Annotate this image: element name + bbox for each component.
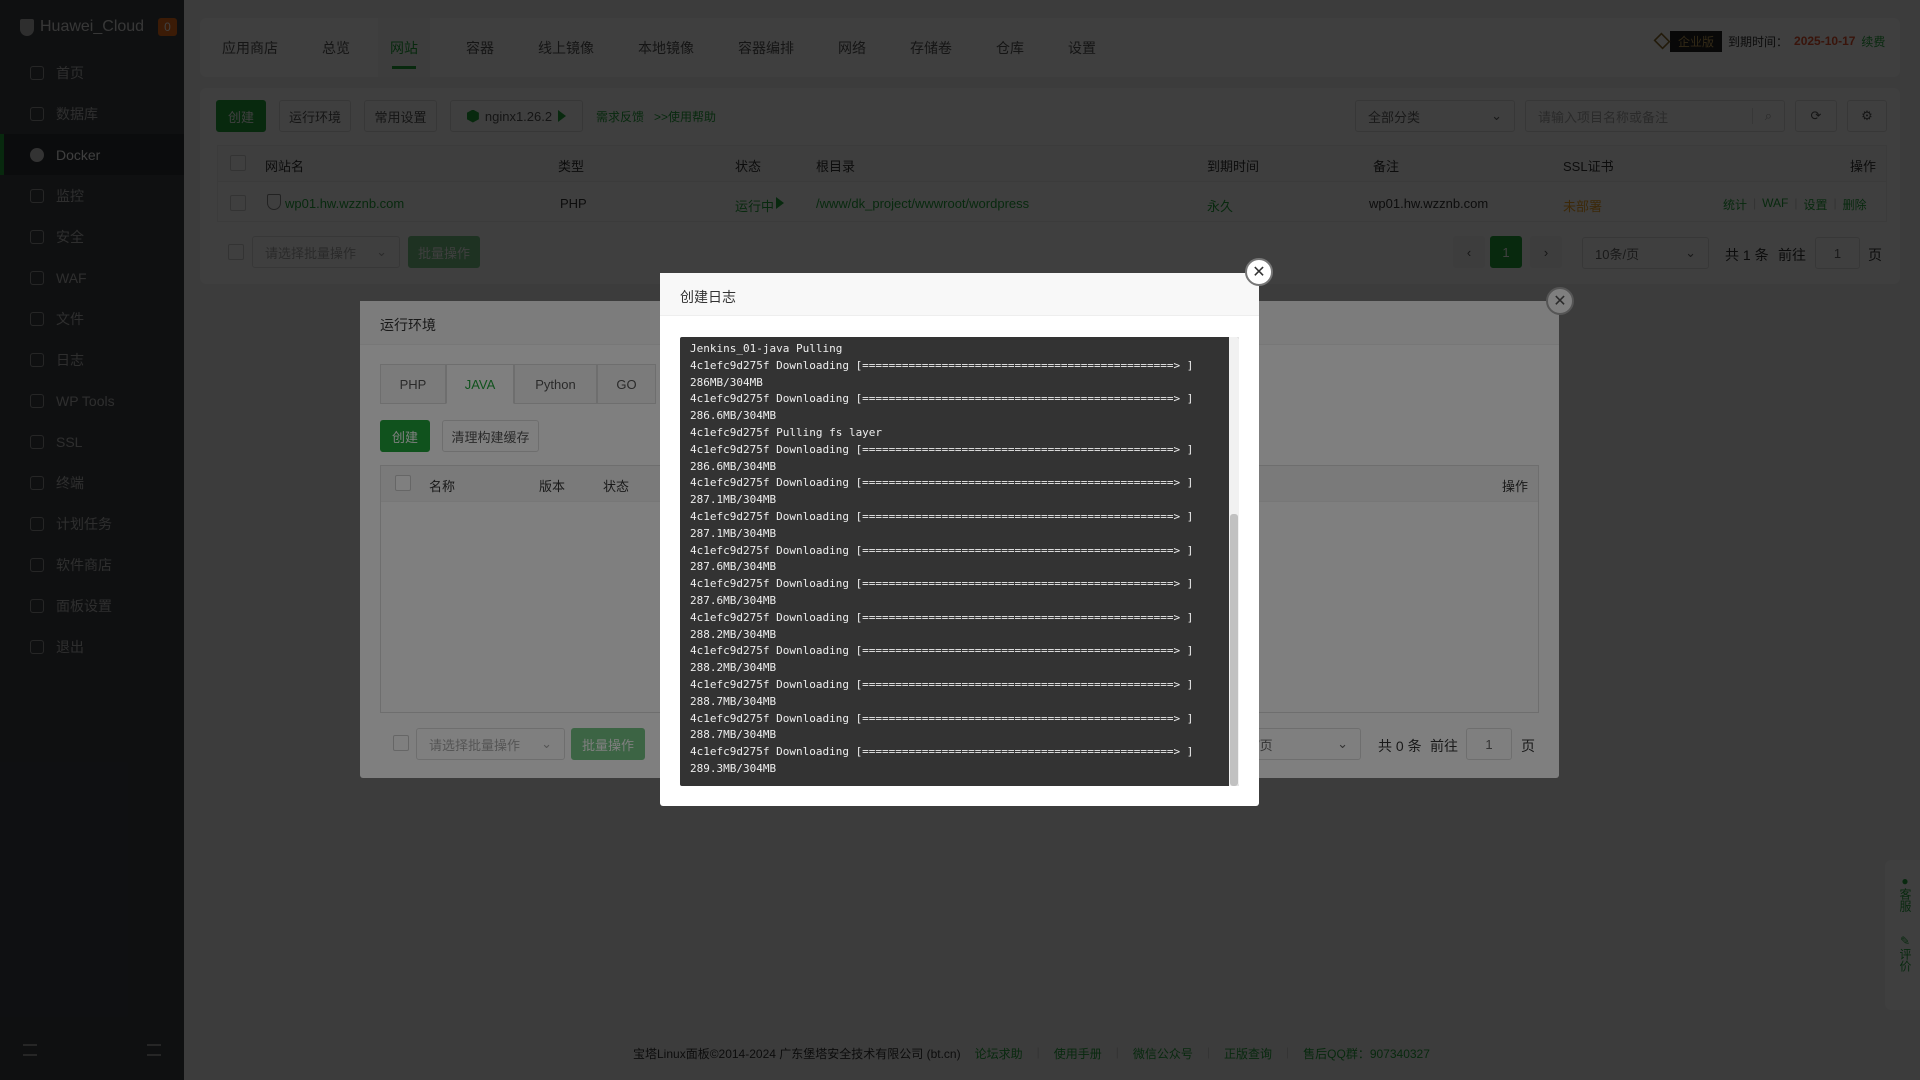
log-line: 286.6MB/304MB: [690, 409, 777, 423]
log-line: 4c1efc9d275f Downloading [==============…: [690, 442, 1194, 456]
log-line: 4c1efc9d275f Downloading [==============…: [690, 711, 1194, 725]
log-dialog-title: 创建日志: [660, 273, 1259, 316]
log-line: 4c1efc9d275f Downloading [==============…: [690, 476, 1194, 490]
log-output[interactable]: Jenkins_01-java Pulling 4c1efc9d275f Down…: [680, 337, 1239, 786]
log-line: 4c1efc9d275f Downloading [==============…: [690, 644, 1194, 658]
log-dialog-close-icon[interactable]: ✕: [1245, 258, 1273, 286]
log-line: 4c1efc9d275f Downloading [==============…: [690, 577, 1194, 591]
log-scrollbar-thumb[interactable]: [1230, 514, 1238, 786]
log-line: 287.1MB/304MB: [690, 526, 777, 540]
log-line: 286.6MB/304MB: [690, 459, 777, 473]
log-line: 287.6MB/304MB: [690, 560, 777, 574]
log-line: 289.3MB/304MB: [690, 761, 777, 775]
log-line: 4c1efc9d275f Downloading [==============…: [690, 543, 1194, 557]
log-line: 4c1efc9d275f Downloading [==============…: [690, 509, 1194, 523]
log-line: 288.2MB/304MB: [690, 661, 777, 675]
log-line: 286MB/304MB: [690, 375, 763, 389]
log-lines: Jenkins_01-java Pulling 4c1efc9d275f Down…: [690, 341, 1193, 778]
log-line: 288.2MB/304MB: [690, 627, 777, 641]
log-line: 4c1efc9d275f Downloading [==============…: [690, 677, 1194, 691]
log-line: 4c1efc9d275f Downloading [==============…: [690, 392, 1194, 406]
log-line: 4c1efc9d275f Downloading [==============…: [690, 745, 1194, 759]
log-line: 4c1efc9d275f Downloading [==============…: [690, 610, 1194, 624]
log-line: 287.6MB/304MB: [690, 593, 777, 607]
log-line: 288.7MB/304MB: [690, 694, 777, 708]
log-line: 288.7MB/304MB: [690, 728, 777, 742]
log-line: 287.1MB/304MB: [690, 493, 777, 507]
log-line: 4c1efc9d275f Downloading [==============…: [690, 358, 1194, 372]
log-line: 4c1efc9d275f Pulling fs layer: [690, 425, 883, 439]
log-scrollbar[interactable]: [1229, 337, 1239, 786]
log-line: Jenkins_01-java Pulling: [690, 342, 843, 355]
